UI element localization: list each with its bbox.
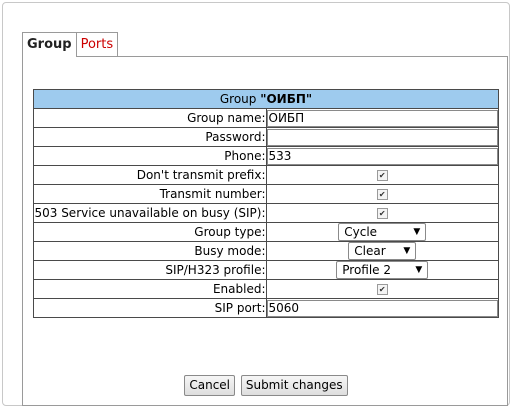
- password-label: Password:: [33, 127, 267, 147]
- transmit-number-checkbox[interactable]: ✔: [376, 189, 388, 200]
- dont-transmit-prefix-checkbox[interactable]: ✔: [376, 170, 388, 181]
- busy-mode-select[interactable]: Clear ▼: [348, 242, 417, 260]
- group-settings-table: Group "ОИБП" Group name: Password: Phone…: [33, 89, 499, 318]
- group-name-label: Group name:: [33, 108, 267, 128]
- group-name-input[interactable]: [266, 109, 498, 127]
- row-service-unavailable: 503 Service unavailable on busy (SIP): ✔: [33, 203, 499, 223]
- sip-profile-value: Profile 2: [342, 263, 392, 277]
- busy-mode-label: Busy mode:: [33, 241, 267, 261]
- tab-bar: Group Ports: [22, 32, 119, 57]
- service-unavailable-checkbox[interactable]: ✔: [376, 208, 388, 219]
- busy-mode-value: Clear: [354, 244, 386, 258]
- tab-ports[interactable]: Ports: [76, 32, 119, 57]
- group-type-label: Group type:: [33, 222, 267, 242]
- transmit-number-label: Transmit number:: [33, 184, 267, 204]
- sip-profile-select[interactable]: Profile 2 ▼: [336, 261, 429, 279]
- dropdown-arrow-icon: ▼: [413, 227, 421, 237]
- dropdown-arrow-icon: ▼: [415, 265, 423, 275]
- dont-transmit-prefix-label: Don't transmit prefix:: [33, 165, 267, 185]
- group-type-value: Cycle: [344, 225, 378, 239]
- phone-input[interactable]: [266, 147, 498, 165]
- sip-port-label: SIP port:: [33, 298, 267, 318]
- tab-panel: Group "ОИБП" Group name: Password: Phone…: [22, 56, 508, 406]
- submit-changes-button[interactable]: Submit changes: [240, 375, 348, 396]
- sip-profile-label: SIP/H323 profile:: [33, 260, 267, 280]
- enabled-checkbox[interactable]: ✔: [376, 284, 388, 295]
- row-phone: Phone:: [33, 146, 499, 166]
- checkmark-icon: ✔: [378, 171, 386, 180]
- service-unavailable-label: 503 Service unavailable on busy (SIP):: [33, 203, 267, 223]
- row-sip-port: SIP port:: [33, 298, 499, 318]
- checkmark-icon: ✔: [378, 285, 386, 294]
- row-sip-profile: SIP/H323 profile: Profile 2 ▼: [33, 260, 499, 280]
- checkmark-icon: ✔: [378, 209, 386, 218]
- row-enabled: Enabled: ✔: [33, 279, 499, 299]
- dropdown-arrow-icon: ▼: [403, 246, 411, 256]
- sip-port-input[interactable]: [266, 299, 498, 317]
- header-prefix: Group: [219, 92, 261, 106]
- row-busy-mode: Busy mode: Clear ▼: [33, 241, 499, 261]
- row-transmit-number: Transmit number: ✔: [33, 184, 499, 204]
- table-header: Group "ОИБП": [33, 89, 499, 109]
- row-group-name: Group name:: [33, 108, 499, 128]
- cancel-button[interactable]: Cancel: [184, 375, 236, 396]
- password-input[interactable]: [266, 128, 498, 146]
- checkmark-icon: ✔: [378, 190, 386, 199]
- tab-group[interactable]: Group: [22, 32, 77, 57]
- row-group-type: Group type: Cycle ▼: [33, 222, 499, 242]
- button-bar: Cancel Submit changes: [23, 375, 509, 396]
- header-group-name: "ОИБП": [260, 92, 313, 106]
- enabled-label: Enabled:: [33, 279, 267, 299]
- phone-label: Phone:: [33, 146, 267, 166]
- group-type-select[interactable]: Cycle ▼: [338, 223, 427, 241]
- row-dont-transmit-prefix: Don't transmit prefix: ✔: [33, 165, 499, 185]
- row-password: Password:: [33, 127, 499, 147]
